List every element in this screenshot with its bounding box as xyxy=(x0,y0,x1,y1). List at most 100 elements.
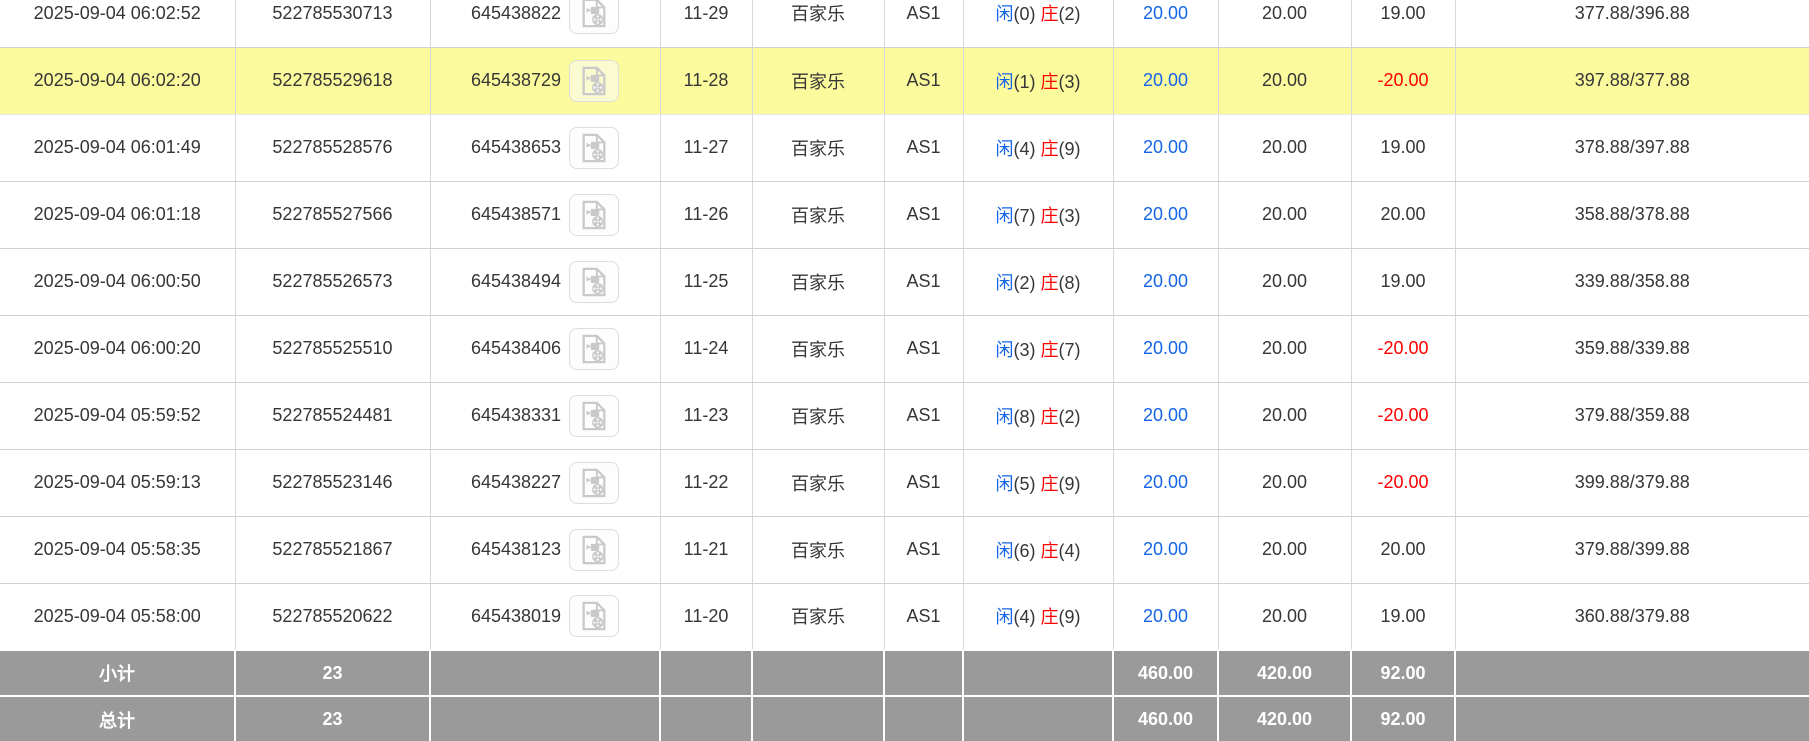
game-type: 百家乐 xyxy=(752,114,884,181)
player-result-label: 闲 xyxy=(995,4,1013,24)
bet-history-panel: 2025-09-04 06:02:52 522785530713 6454388… xyxy=(0,0,1809,741)
video-replay-button[interactable] xyxy=(569,395,619,437)
player-result-label: 闲 xyxy=(995,407,1013,427)
bet-amount-cell: 20.00 xyxy=(1113,382,1218,449)
balance: 360.88/379.88 xyxy=(1455,583,1809,650)
bet-id: 522785523146 xyxy=(235,449,430,516)
bet-amount-cell: 20.00 xyxy=(1113,47,1218,114)
game-type: 百家乐 xyxy=(752,315,884,382)
player-result-points: (1) xyxy=(1013,72,1035,92)
bet-amount-cell: 20.00 xyxy=(1113,248,1218,315)
game-type: 百家乐 xyxy=(752,0,884,47)
game-type: 百家乐 xyxy=(752,47,884,114)
game-result: 闲(2) 庄(8) xyxy=(963,248,1113,315)
bet-history-row[interactable]: 2025-09-04 06:02:52 522785530713 6454388… xyxy=(0,0,1809,47)
footer-empty-cell xyxy=(884,696,963,741)
footer-empty-cell xyxy=(884,650,963,696)
game-round-id: 645438227 xyxy=(471,472,561,493)
game-result: 闲(6) 庄(4) xyxy=(963,516,1113,583)
bet-id: 522785521867 xyxy=(235,516,430,583)
bet-history-row[interactable]: 2025-09-04 06:00:20 522785525510 6454384… xyxy=(0,315,1809,382)
valid-amount: 20.00 xyxy=(1218,516,1351,583)
bet-id: 522785530713 xyxy=(235,0,430,47)
table-code: AS1 xyxy=(884,449,963,516)
footer-empty-cell xyxy=(1455,650,1809,696)
footer-empty-cell xyxy=(430,650,660,696)
grand-total-row: 总计 23 460.00 420.00 92.00 xyxy=(0,696,1809,741)
balance: 377.88/396.88 xyxy=(1455,0,1809,47)
video-replay-button[interactable] xyxy=(569,595,619,637)
bet-history-row[interactable]: 2025-09-04 06:01:49 522785528576 6454386… xyxy=(0,114,1809,181)
bet-history-row[interactable]: 2025-09-04 05:58:00 522785520622 6454380… xyxy=(0,583,1809,650)
video-replay-button[interactable] xyxy=(569,0,619,34)
video-replay-button[interactable] xyxy=(569,194,619,236)
bet-amount-link[interactable]: 20.00 xyxy=(1143,472,1188,492)
game-round-id: 645438729 xyxy=(471,70,561,91)
bet-amount-link[interactable]: 20.00 xyxy=(1143,70,1188,90)
bet-id: 522785527566 xyxy=(235,181,430,248)
bet-amount-link[interactable]: 20.00 xyxy=(1143,539,1188,559)
bet-history-row[interactable]: 2025-09-04 05:59:13 522785523146 6454382… xyxy=(0,449,1809,516)
round-number: 11-26 xyxy=(660,181,752,248)
video-replay-button[interactable] xyxy=(569,261,619,303)
player-result-label: 闲 xyxy=(995,474,1013,494)
player-result-points: (4) xyxy=(1013,139,1035,159)
bet-time: 2025-09-04 06:00:20 xyxy=(0,315,235,382)
bet-amount-link[interactable]: 20.00 xyxy=(1143,405,1188,425)
banker-result-label: 庄 xyxy=(1041,139,1059,159)
round-number: 11-29 xyxy=(660,0,752,47)
table-code: AS1 xyxy=(884,315,963,382)
bet-id: 522785529618 xyxy=(235,47,430,114)
player-result-points: (8) xyxy=(1013,407,1035,427)
game-round-cell: 645438331 xyxy=(430,382,660,449)
round-number: 11-20 xyxy=(660,583,752,650)
bet-amount-cell: 20.00 xyxy=(1113,0,1218,47)
bet-amount-link[interactable]: 20.00 xyxy=(1143,606,1188,626)
game-type: 百家乐 xyxy=(752,248,884,315)
balance: 358.88/378.88 xyxy=(1455,181,1809,248)
subtotal-bet-total: 460.00 xyxy=(1113,650,1218,696)
video-replay-button[interactable] xyxy=(569,328,619,370)
valid-amount: 20.00 xyxy=(1218,315,1351,382)
bet-amount-link[interactable]: 20.00 xyxy=(1143,271,1188,291)
subtotal-label: 小计 xyxy=(0,650,235,696)
balance: 339.88/358.88 xyxy=(1455,248,1809,315)
bet-amount-link[interactable]: 20.00 xyxy=(1143,3,1188,23)
game-result: 闲(8) 庄(2) xyxy=(963,382,1113,449)
valid-amount: 20.00 xyxy=(1218,382,1351,449)
total-bet-total: 460.00 xyxy=(1113,696,1218,741)
player-result-label: 闲 xyxy=(995,206,1013,226)
game-type: 百家乐 xyxy=(752,181,884,248)
game-result: 闲(0) 庄(2) xyxy=(963,0,1113,47)
bet-history-row[interactable]: 2025-09-04 06:00:50 522785526573 6454384… xyxy=(0,248,1809,315)
game-round-cell: 645438227 xyxy=(430,449,660,516)
game-round-id: 645438331 xyxy=(471,405,561,426)
bet-time: 2025-09-04 05:58:35 xyxy=(0,516,235,583)
bet-time: 2025-09-04 05:59:52 xyxy=(0,382,235,449)
round-number: 11-24 xyxy=(660,315,752,382)
video-replay-button[interactable] xyxy=(569,529,619,571)
video-replay-button[interactable] xyxy=(569,60,619,102)
bet-history-row[interactable]: 2025-09-04 05:58:35 522785521867 6454381… xyxy=(0,516,1809,583)
bet-history-row[interactable]: 2025-09-04 06:01:18 522785527566 6454385… xyxy=(0,181,1809,248)
banker-result-label: 庄 xyxy=(1041,607,1059,627)
game-result: 闲(4) 庄(9) xyxy=(963,114,1113,181)
video-replay-button[interactable] xyxy=(569,127,619,169)
bet-history-row[interactable]: 2025-09-04 06:02:20 522785529618 6454387… xyxy=(0,47,1809,114)
valid-amount: 20.00 xyxy=(1218,583,1351,650)
bet-amount-link[interactable]: 20.00 xyxy=(1143,137,1188,157)
video-file-icon xyxy=(579,601,609,631)
player-result-points: (7) xyxy=(1013,206,1035,226)
game-round-id: 645438822 xyxy=(471,3,561,24)
bet-amount-link[interactable]: 20.00 xyxy=(1143,338,1188,358)
banker-result-label: 庄 xyxy=(1041,273,1059,293)
game-round-id: 645438019 xyxy=(471,606,561,627)
subtotal-row: 小计 23 460.00 420.00 92.00 xyxy=(0,650,1809,696)
banker-result-label: 庄 xyxy=(1041,72,1059,92)
banker-result-points: (2) xyxy=(1059,4,1081,24)
bet-history-row[interactable]: 2025-09-04 05:59:52 522785524481 6454383… xyxy=(0,382,1809,449)
game-round-cell: 645438123 xyxy=(430,516,660,583)
bet-amount-link[interactable]: 20.00 xyxy=(1143,204,1188,224)
game-round-cell: 645438494 xyxy=(430,248,660,315)
video-replay-button[interactable] xyxy=(569,462,619,504)
